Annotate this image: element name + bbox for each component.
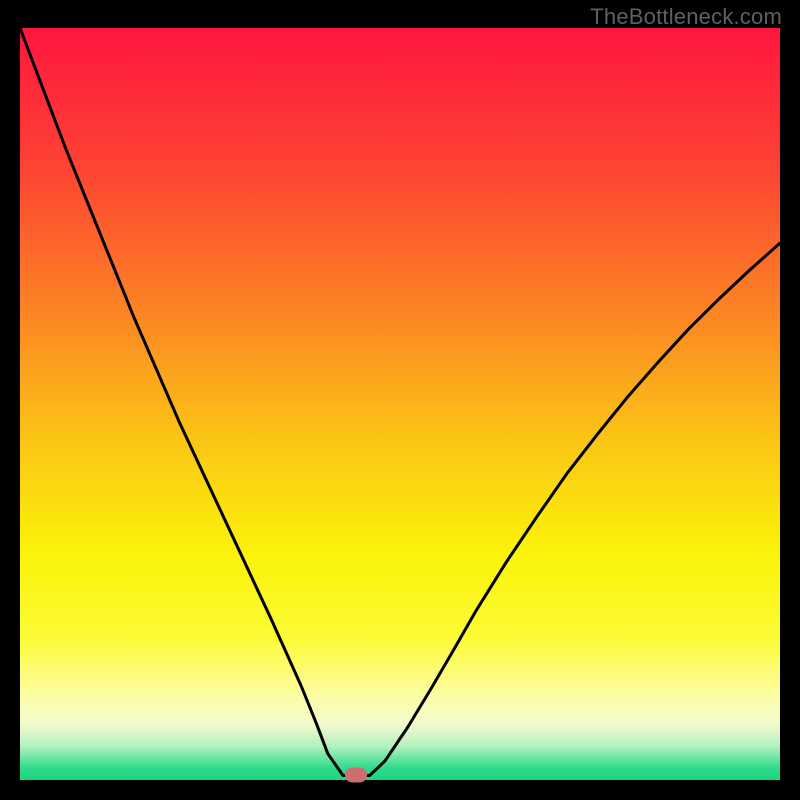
optimum-marker bbox=[345, 768, 367, 783]
watermark-text: TheBottleneck.com bbox=[590, 4, 782, 30]
chart-frame: TheBottleneck.com bbox=[0, 0, 800, 800]
bottleneck-chart bbox=[20, 28, 780, 780]
gradient-background bbox=[20, 28, 780, 780]
plot-area bbox=[20, 28, 780, 780]
